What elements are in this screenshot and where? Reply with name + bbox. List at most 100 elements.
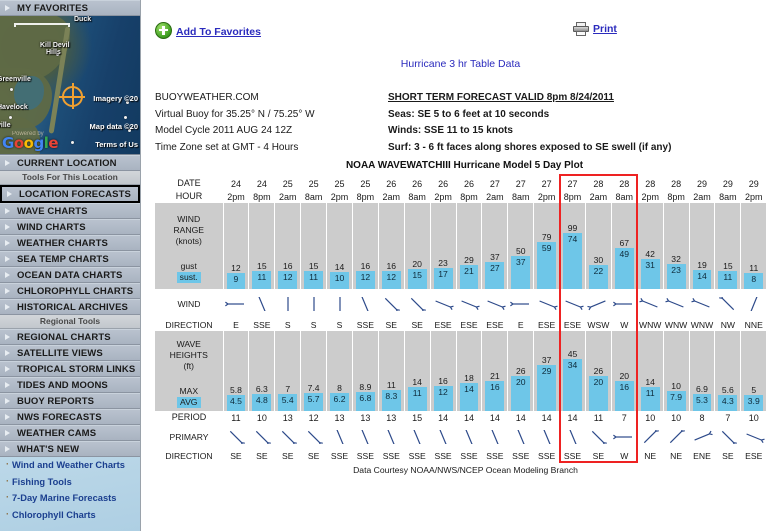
wave-bar-cell: 8 6.2 bbox=[326, 331, 353, 411]
map-label: Havelock bbox=[0, 104, 28, 111]
table-row-hour: HOUR 2pm 8pm 2am 8am 2pm 8pm 2am 8am 2pm 8pm 2am 8a… bbox=[155, 190, 767, 203]
gust-value: 99 bbox=[567, 223, 578, 234]
sidebar-link-chlorophyll-charts[interactable]: Chlorophyll Charts bbox=[6, 509, 140, 522]
sust-bar: 11 bbox=[304, 271, 324, 289]
wave-avg-bar: 4.8 bbox=[252, 394, 272, 411]
date-cell: 26 bbox=[463, 178, 474, 189]
primary-direction-value: SE bbox=[230, 451, 242, 461]
wave-avg-value: 11 bbox=[412, 387, 422, 398]
primary-direction-value: SSE bbox=[512, 451, 530, 461]
date-cell: 29 bbox=[722, 178, 733, 189]
forecast-line-seas: Seas: SE 5 to 6 feet at 10 seconds bbox=[388, 108, 550, 120]
sidebar-item-my-favorites[interactable]: MY FAVORITES bbox=[0, 0, 140, 16]
sidebar-item-buoy-reports[interactable]: BUOY REPORTS bbox=[0, 393, 140, 409]
print-button[interactable]: Print bbox=[573, 22, 617, 36]
sust-bar: 21 bbox=[459, 265, 479, 289]
sidebar-item-label: LOCATION FORECASTS bbox=[19, 189, 131, 200]
wave-max-value: 7 bbox=[285, 383, 291, 394]
wind-direction-value: WSW bbox=[587, 320, 610, 330]
add-to-favorites-button[interactable]: Add To Favorites bbox=[155, 22, 261, 39]
sidebar-item-label: WHAT'S NEW bbox=[17, 444, 80, 455]
wave-max-value: 5.6 bbox=[721, 384, 734, 395]
period-value: 13 bbox=[334, 412, 345, 423]
triangle-right-icon bbox=[5, 398, 10, 404]
wind-bar-cell: 67 49 bbox=[610, 203, 638, 289]
hour-cell: 2pm bbox=[745, 191, 763, 202]
sust-value: 21 bbox=[464, 266, 474, 277]
row-label-date: DATE bbox=[155, 175, 223, 190]
map-terms-link[interactable]: Terms of Us bbox=[95, 140, 138, 149]
gust-value: 37 bbox=[490, 251, 500, 262]
primary-direction-value: SE bbox=[307, 451, 320, 461]
wave-avg-value: 29 bbox=[541, 366, 552, 377]
primary-direction-value: SSE bbox=[486, 451, 504, 461]
primary-direction-arrow-icon bbox=[456, 424, 482, 450]
sidebar-item-location-forecasts[interactable]: LOCATION FORECASTS bbox=[0, 185, 140, 203]
sidebar-item-historical-archives[interactable]: HISTORICAL ARCHIVES bbox=[0, 299, 140, 315]
row-label-hour: HOUR bbox=[155, 190, 223, 203]
gust-value: 79 bbox=[541, 232, 552, 243]
sidebar-link-7-day-marine-forecasts[interactable]: 7-Day Marine Forecasts bbox=[6, 492, 140, 505]
buoy-info-line: BUOYWEATHER.COM bbox=[155, 92, 259, 103]
sidebar-link-wind-and-weather-charts[interactable]: Wind and Weather Charts bbox=[6, 459, 140, 472]
sidebar-item-tropical-storm-links[interactable]: TROPICAL STORM LINKS bbox=[0, 361, 140, 377]
wave-avg-value: 3.9 bbox=[747, 396, 760, 407]
plus-circle-icon bbox=[155, 22, 172, 39]
wave-max-value: 10 bbox=[671, 380, 681, 391]
table-footnote: Data Courtesy NOAA/NWS/NCEP Ocean Modeli… bbox=[353, 465, 578, 475]
row-label-wind-direction: WIND bbox=[155, 289, 223, 319]
wave-max-value: 6.3 bbox=[255, 384, 268, 395]
primary-direction-value: SSE bbox=[563, 451, 582, 461]
triangle-right-icon bbox=[5, 382, 10, 388]
sidebar-item-label: WEATHER CAMS bbox=[17, 428, 97, 439]
wind-bar-cell: 50 37 bbox=[507, 203, 535, 289]
sidebar-item-label: WIND CHARTS bbox=[17, 222, 86, 233]
wave-avg-value: 14 bbox=[464, 384, 474, 395]
wave-max-value: 11 bbox=[386, 380, 396, 391]
wind-direction-arrow-icon bbox=[378, 289, 405, 319]
gust-value: 67 bbox=[619, 238, 630, 249]
sidebar-item-whats-new[interactable]: WHAT'S NEW bbox=[0, 441, 140, 457]
sidebar-item-tides-and-moons[interactable]: TIDES AND MOONS bbox=[0, 377, 140, 393]
wind-bar-cell: 20 15 bbox=[403, 203, 431, 289]
wave-max-value: 37 bbox=[541, 355, 552, 366]
wave-bar-cell: 6.3 4.8 bbox=[248, 331, 276, 411]
primary-direction-value: SSE bbox=[330, 451, 349, 461]
sidebar-item-wind-charts[interactable]: WIND CHARTS bbox=[0, 219, 140, 235]
wind-direction-arrow-icon bbox=[740, 289, 767, 319]
forecast-table: DATE 24 24 25 25 25 25 26 26 26 26 27 27 27 27 28 28 28 2… bbox=[155, 175, 768, 462]
sidebar-item-ocean-data-charts[interactable]: OCEAN DATA CHARTS bbox=[0, 267, 140, 283]
sidebar-item-regional-charts[interactable]: REGIONAL CHARTS bbox=[0, 329, 140, 345]
sust-bar: 37 bbox=[511, 255, 531, 289]
period-value: 7 bbox=[725, 412, 731, 423]
gust-value: 12 bbox=[231, 262, 241, 273]
wind-bar-cell: 15 11 bbox=[300, 203, 328, 289]
sidebar-item-weather-charts[interactable]: WEATHER CHARTS bbox=[0, 235, 140, 251]
gust-value: 15 bbox=[308, 261, 319, 272]
location-map[interactable]: Duck Kill Devil Hills Greenville Haveloc… bbox=[0, 16, 140, 155]
wind-direction-value: ESE bbox=[538, 320, 556, 330]
sidebar-link-fishing-tools[interactable]: Fishing Tools bbox=[6, 476, 140, 489]
gust-value: 50 bbox=[515, 245, 526, 256]
wind-bar-cell: 16 12 bbox=[351, 203, 379, 289]
sust-bar: 8 bbox=[744, 273, 764, 289]
wind-direction-arrow-icon bbox=[637, 289, 664, 319]
wind-direction-arrow-icon bbox=[559, 289, 586, 319]
sust-bar: 74 bbox=[563, 233, 582, 289]
sidebar-item-wave-charts[interactable]: WAVE CHARTS bbox=[0, 203, 140, 219]
sidebar-item-nws-forecasts[interactable]: NWS FORECASTS bbox=[0, 409, 140, 425]
wave-avg-bar: 5.3 bbox=[692, 393, 712, 411]
sidebar-item-sea-temp-charts[interactable]: SEA TEMP CHARTS bbox=[0, 251, 140, 267]
sidebar-item-satellite-views[interactable]: SATELLITE VIEWS bbox=[0, 345, 140, 361]
sidebar-item-chlorophyll-charts[interactable]: CHLOROPHYLL CHARTS bbox=[0, 283, 140, 299]
sidebar-item-current-location[interactable]: CURRENT LOCATION bbox=[0, 155, 140, 171]
wind-direction-value: S bbox=[336, 320, 343, 330]
wave-bar-cell: 26 20 bbox=[507, 331, 535, 411]
sidebar-item-weather-cams[interactable]: WEATHER CAMS bbox=[0, 425, 140, 441]
date-cell: 25 bbox=[334, 178, 345, 189]
gust-value: 29 bbox=[464, 255, 474, 266]
wind-bar-cell: 37 27 bbox=[481, 203, 509, 289]
wave-bar-cell: 5.8 4.5 bbox=[222, 331, 250, 411]
forecast-info-block: BUOYWEATHER.COM Virtual Buoy for 35.25° … bbox=[141, 90, 780, 160]
gust-value: 42 bbox=[645, 249, 655, 260]
